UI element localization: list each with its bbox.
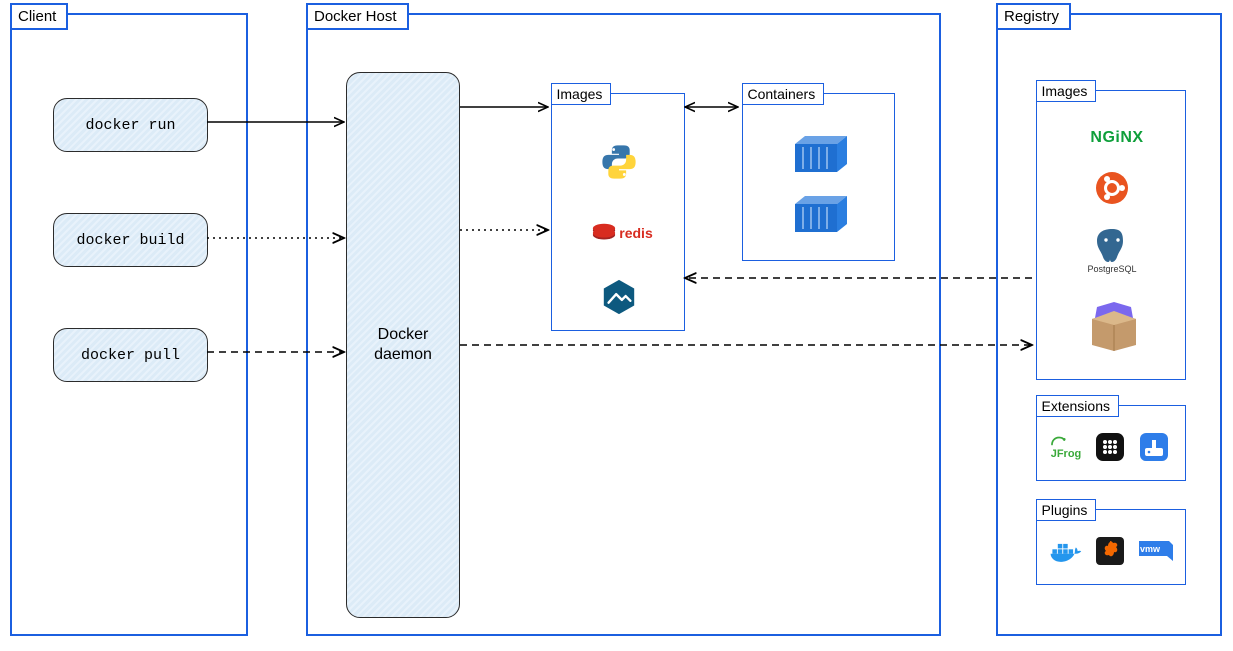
registry-panel: Registry Images NGiNX PostgreSQL [996,13,1222,636]
jfrog-label: JFrog [1047,448,1085,460]
registry-extensions-title: Extensions [1036,395,1119,417]
grafana-icon [1095,536,1125,566]
host-containers-panel: Containers [742,93,895,261]
alpine-icon [599,277,639,317]
cmd-docker-run: docker run [53,98,208,152]
client-panel: Client docker run docker build docker pu… [10,13,248,636]
registry-images-title: Images [1036,80,1097,102]
cmd-docker-build: docker build [53,213,208,267]
python-icon [599,142,639,182]
redis-icon: redis [587,219,657,247]
registry-plugins-title: Plugins [1036,499,1097,521]
vmware-label: vmw [1140,544,1161,554]
registry-extensions-panel: Extensions JFrog [1036,405,1186,481]
host-images-panel: Images redis [551,93,685,331]
nginx-icon: NGiNX [1077,129,1157,147]
vmware-icon: vmw [1137,538,1175,564]
ubuntu-icon [1095,171,1129,205]
docker-host-panel: Docker Host Docker daemon Images redis [306,13,941,636]
nginx-label: NGiNX [1090,129,1143,147]
docker-icon [1047,538,1083,566]
registry-title: Registry [996,3,1071,30]
docker-daemon: Docker daemon [346,72,460,618]
registry-plugins-panel: Plugins vmw [1036,509,1186,585]
docker-host-title: Docker Host [306,3,409,30]
portainer-icon [1139,432,1169,462]
client-title: Client [10,3,68,30]
jfrog-icon: JFrog [1047,434,1085,464]
grid-app-icon [1095,432,1125,462]
host-containers-title: Containers [742,83,825,105]
daemon-label: Docker daemon [347,325,459,365]
package-icon [1087,301,1141,351]
postgres-icon: PostgreSQL [1087,226,1137,281]
container-icon [793,194,849,234]
registry-images-panel: Images NGiNX PostgreSQL [1036,90,1186,380]
cmd-docker-pull: docker pull [53,328,208,382]
postgres-label: PostgreSQL [1087,264,1137,274]
container-icon [793,134,849,174]
host-images-title: Images [551,83,612,105]
